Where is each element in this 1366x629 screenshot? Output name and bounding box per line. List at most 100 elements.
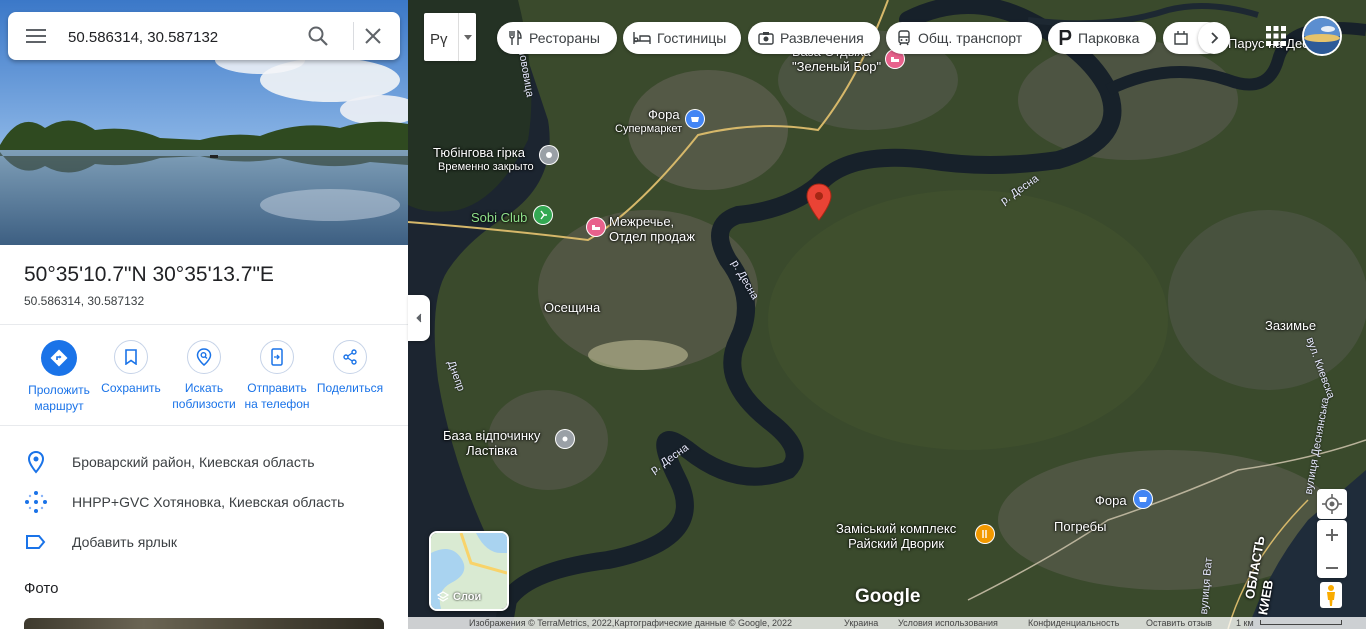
- place-title: 50°35'10.7"N 30°35'13.7"E: [24, 263, 274, 286]
- chip-hotels[interactable]: Гостиницы: [623, 22, 741, 54]
- plus-code-icon: [25, 491, 47, 513]
- chevron-left-icon: [416, 313, 422, 323]
- camp-poi-icon[interactable]: [556, 430, 574, 448]
- transit-icon: [898, 30, 910, 46]
- map-footer: Изображения © TerraMetrics, 2022,Картогр…: [408, 617, 1366, 629]
- label-icon: [26, 535, 46, 549]
- zoom-controls: [1317, 520, 1347, 578]
- map-label-tubing[interactable]: Тюбінгова гірка: [433, 145, 525, 160]
- chevron-down-icon[interactable]: [458, 13, 477, 61]
- bookmark-icon: [114, 340, 148, 374]
- map-label-pogreby[interactable]: Погребы: [1054, 519, 1106, 534]
- chip-entertainment[interactable]: Развлечения: [748, 22, 880, 54]
- map-label-sobi-club[interactable]: Sobi Club: [471, 210, 527, 225]
- zoom-in-icon[interactable]: [1317, 520, 1347, 549]
- map-label-mezhreche[interactable]: Межречье, Отдел продаж: [609, 214, 695, 244]
- chips-next-button[interactable]: [1198, 22, 1230, 54]
- close-icon[interactable]: [361, 24, 385, 48]
- nearby-icon: [187, 340, 221, 374]
- address-text: Броварский район, Киевская область: [72, 454, 315, 470]
- feedback-link[interactable]: Оставить отзыв: [1146, 618, 1212, 628]
- map-label-fora-1-sub: Супермаркет: [615, 123, 683, 135]
- address-row[interactable]: Броварский район, Киевская область: [24, 450, 394, 474]
- search-icon[interactable]: [306, 24, 330, 48]
- divider: [0, 324, 408, 325]
- shopping-poi-icon[interactable]: [1134, 490, 1152, 508]
- attribution-text: Изображения © TerraMetrics, 2022,Картогр…: [469, 618, 793, 628]
- chip-label: Развлечения: [780, 30, 864, 46]
- divider: [0, 425, 408, 426]
- chip-label: Рестораны: [529, 30, 600, 46]
- chip-label: Гостиницы: [657, 30, 727, 46]
- save-button[interactable]: Сохранить: [94, 340, 168, 396]
- directions-label: Проложить маршрут: [28, 383, 90, 413]
- action-bar: Проложить маршрут Сохранить Искать поблизо…: [18, 340, 390, 420]
- scale-label[interactable]: 1 км: [1236, 618, 1254, 628]
- privacy-link[interactable]: Конфиденциальность: [1028, 618, 1119, 628]
- map-label-raysky-dvorik[interactable]: Заміський комплекс Райский Дворик: [836, 521, 956, 551]
- apps-grid-icon[interactable]: [1265, 25, 1287, 47]
- map-label-oseshchina[interactable]: Осещина: [544, 300, 600, 315]
- my-location-button[interactable]: [1317, 489, 1347, 519]
- directions-button[interactable]: Проложить маршрут: [22, 340, 96, 414]
- layers-label-wrap: Слои: [437, 591, 481, 603]
- language-selector[interactable]: Рү: [424, 13, 476, 61]
- restaurant-poi-icon[interactable]: [976, 525, 994, 543]
- nearby-label: Искать поблизости: [172, 381, 236, 411]
- pluscode-row[interactable]: HHPP+GVC Хотяновка, Киевская область: [24, 490, 394, 514]
- layers-label: Слои: [453, 591, 482, 603]
- nearby-button[interactable]: Искать поблизости: [167, 340, 241, 412]
- share-label: Поделиться: [316, 381, 384, 395]
- search-input[interactable]: [66, 22, 300, 52]
- map-label-tubing-sub: Временно закрыто: [438, 161, 534, 173]
- category-icon: [1174, 31, 1188, 45]
- layers-icon: [437, 591, 449, 602]
- map-canvas[interactable]: База Отдыха"Зеленый Бор" Фора Супермарке…: [408, 0, 1366, 629]
- send-to-phone-button[interactable]: Отправить на телефон: [240, 340, 314, 412]
- pegman-icon[interactable]: [1320, 582, 1342, 608]
- google-logo: Google: [855, 586, 921, 607]
- chip-label: Парковка: [1078, 30, 1140, 46]
- chevron-right-icon: [1211, 32, 1219, 44]
- hotel-poi-icon[interactable]: [587, 218, 605, 236]
- phone-icon: [260, 340, 294, 374]
- search-box: [8, 12, 400, 60]
- chip-parking[interactable]: Парковка: [1048, 22, 1156, 54]
- photos-heading: Фото: [24, 580, 59, 597]
- hotel-icon: [633, 32, 651, 44]
- layers-button[interactable]: Слои: [429, 531, 509, 611]
- collapse-panel-button[interactable]: [408, 295, 430, 341]
- sports-poi-icon[interactable]: [534, 206, 552, 224]
- map-label-zazimye[interactable]: Зазимье: [1265, 318, 1316, 333]
- language-label: Рү: [430, 31, 448, 48]
- camera-icon: [758, 32, 774, 45]
- search-divider: [353, 22, 354, 50]
- send-to-phone-label: Отправить на телефон: [244, 381, 310, 411]
- account-avatar[interactable]: [1304, 18, 1340, 54]
- chip-restaurants[interactable]: Рестораны: [497, 22, 617, 54]
- map-label-fora-1[interactable]: Фора: [648, 107, 680, 122]
- add-label-text: Добавить ярлык: [72, 534, 178, 550]
- chip-transit[interactable]: Общ. транспорт: [886, 22, 1042, 54]
- dropped-pin-icon[interactable]: [806, 183, 832, 221]
- terms-link[interactable]: Условия использования: [898, 618, 998, 628]
- add-label-row[interactable]: Добавить ярлык: [24, 530, 394, 554]
- chip-label: Общ. транспорт: [918, 30, 1023, 46]
- zoom-out-icon[interactable]: [1317, 554, 1347, 583]
- directions-icon: [41, 340, 77, 376]
- country-link[interactable]: Украина: [844, 618, 878, 628]
- location-pin-icon: [27, 450, 45, 474]
- my-location-icon: [1322, 494, 1342, 514]
- share-button[interactable]: Поделиться: [313, 340, 387, 396]
- share-icon: [333, 340, 367, 374]
- attraction-poi-icon[interactable]: [540, 146, 558, 164]
- side-panel: 50°35'10.7"N 30°35'13.7"E 50.586314, 30.…: [0, 0, 408, 629]
- shopping-poi-icon[interactable]: [686, 110, 704, 128]
- save-label: Сохранить: [101, 381, 161, 395]
- menu-icon[interactable]: [26, 26, 46, 46]
- scale-bar: [1260, 620, 1342, 625]
- map-label-lastivka[interactable]: База відпочинку Ластівка: [443, 428, 540, 458]
- parking-icon: [1059, 30, 1072, 45]
- photo-thumbnail[interactable]: [24, 618, 384, 629]
- map-label-fora-2[interactable]: Фора: [1095, 493, 1127, 508]
